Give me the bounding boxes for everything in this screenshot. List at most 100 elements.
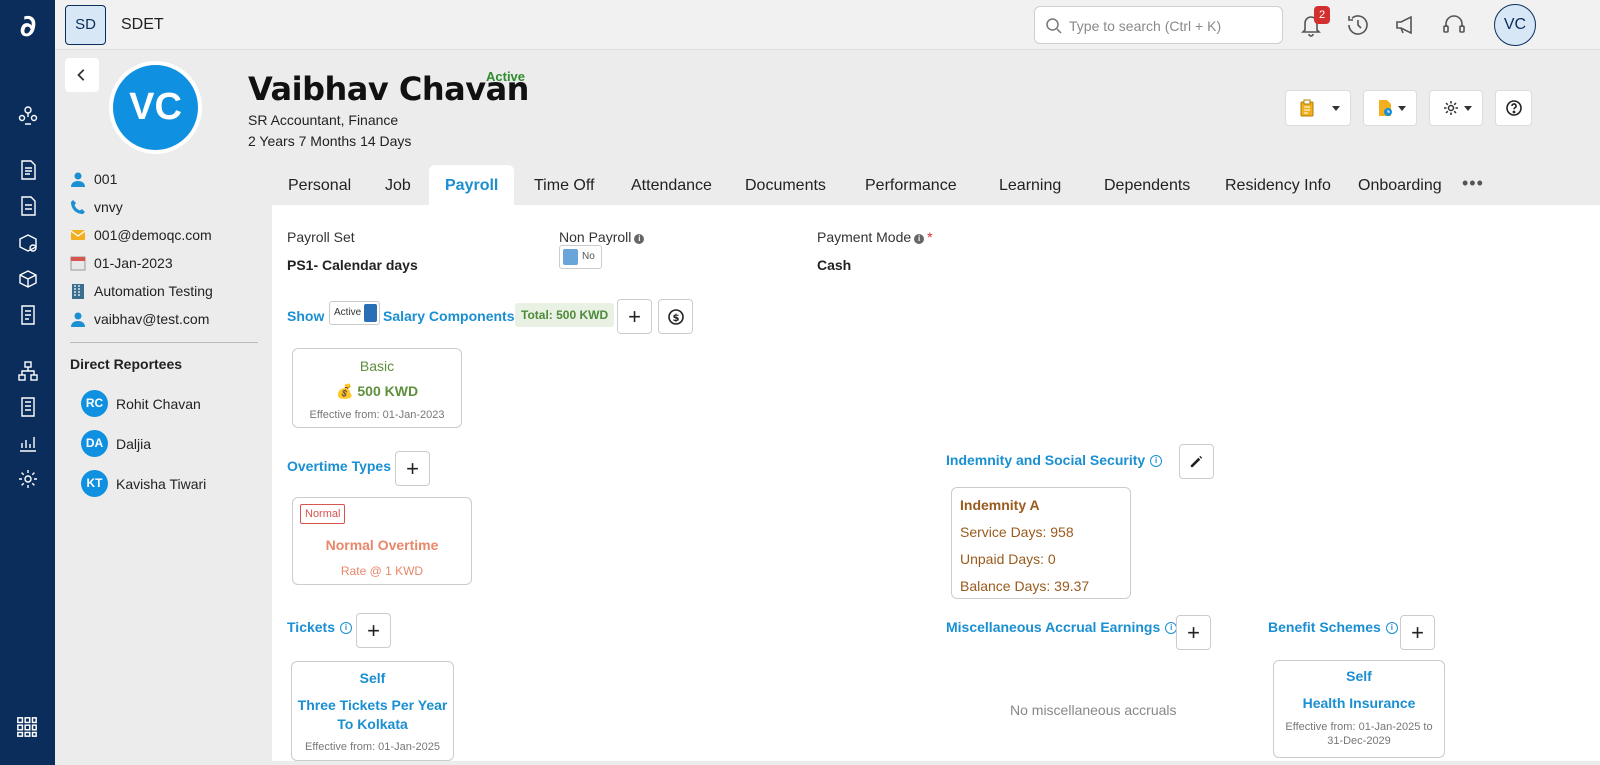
file-list-icon[interactable] [17, 304, 39, 326]
calendar-icon [70, 255, 86, 271]
info-icon[interactable]: i [634, 234, 645, 244]
add-misc-accrual-button[interactable]: + [1176, 615, 1211, 650]
analytics-icon[interactable] [17, 432, 39, 454]
tab-time-off[interactable]: Time Off [518, 165, 610, 205]
org-name[interactable]: SDET [121, 16, 164, 34]
benefit-effective-line-2: 31-Dec-2029 [1327, 735, 1391, 747]
employee-avatar: VC [109, 61, 202, 154]
building-icon [70, 283, 86, 299]
clipboard-actions-dropdown[interactable] [1285, 90, 1351, 126]
tab-documents[interactable]: Documents [729, 165, 842, 205]
employee-id: 001 [94, 171, 118, 187]
reportee-avatar: RC [81, 390, 108, 417]
salary-revision-button[interactable]: $ [658, 299, 693, 334]
tab-onboarding[interactable]: Onboarding [1342, 165, 1458, 205]
document-actions-dropdown[interactable] [1363, 90, 1417, 126]
apps-grid-icon[interactable] [16, 716, 40, 740]
tab-job[interactable]: Job [369, 165, 427, 205]
clipboard-icon [1298, 99, 1316, 117]
box-settings-icon[interactable] [17, 232, 39, 254]
app-logo[interactable]: ∂ [14, 10, 42, 44]
announcements-megaphone-icon[interactable] [1393, 12, 1419, 38]
payroll-set-label: Payroll Set [287, 229, 355, 245]
reportee-name: Rohit Chavan [116, 396, 201, 412]
back-button[interactable] [65, 58, 99, 92]
salary-total-badge: Total: 500 KWD [515, 303, 615, 327]
ticket-line-2: To Kolkata [337, 716, 408, 732]
overtime-name: Normal Overtime [325, 537, 439, 553]
toggle-knob [563, 249, 578, 265]
document-clock-icon [1376, 99, 1394, 117]
misc-accruals-title: Miscellaneous Accrual Earnings i [946, 619, 1178, 635]
people-icon[interactable] [17, 104, 39, 126]
show-label: Show [287, 308, 325, 324]
indemnity-card[interactable]: Indemnity A Service Days: 958 Unpaid Day… [951, 487, 1131, 599]
active-filter-toggle[interactable]: Active [329, 301, 380, 325]
overtime-card[interactable]: Normal Normal Overtime Rate @ 1 KWD [292, 497, 472, 585]
benefit-name: Health Insurance [1302, 695, 1416, 711]
help-button[interactable] [1495, 90, 1532, 126]
overtime-types-title: Overtime Types [287, 458, 392, 474]
info-icon[interactable]: i [1385, 622, 1398, 634]
info-icon[interactable]: i [340, 622, 352, 634]
info-icon[interactable]: i [914, 234, 925, 244]
org-badge[interactable]: SD [65, 5, 106, 45]
payslip-icon[interactable] [17, 396, 39, 418]
mail-icon [70, 227, 86, 243]
indemnity-unpaid-days: Unpaid Days: 0 [960, 551, 1056, 567]
tab-payroll[interactable]: Payroll [429, 165, 515, 205]
settings-icon[interactable] [17, 468, 39, 490]
benefit-effective-line-1: Effective from: 01-Jan-2025 to [1285, 721, 1433, 733]
salary-component-card[interactable]: Basic 💰 500 KWD Effective from: 01-Jan-20… [292, 348, 462, 428]
reportee-avatar: DA [81, 430, 108, 457]
indemnity-balance-days: Balance Days: 39.37 [960, 578, 1090, 594]
ticket-who: Self [359, 670, 386, 686]
non-payroll-label: Non Payroll i [559, 229, 645, 245]
tab-personal[interactable]: Personal [272, 165, 367, 205]
ticket-card[interactable]: Self Three Tickets Per Year To Kolkata E… [291, 661, 454, 761]
salary-components-title: Salary Components [383, 308, 515, 324]
history-icon[interactable] [1345, 12, 1371, 38]
top-bar: SD SDET Type to search (Ctrl + K) 2 [55, 0, 1600, 50]
org-chart-icon[interactable] [17, 360, 39, 382]
overtime-rate: Rate @ 1 KWD [340, 564, 424, 578]
reportee-name: Daljia [116, 436, 152, 452]
user-avatar[interactable]: VC [1494, 4, 1536, 46]
toggle-label: No [582, 251, 595, 262]
info-icon[interactable]: i [1150, 455, 1163, 467]
employee-title: SR Accountant, Finance [248, 112, 399, 128]
payment-mode-label: Payment Mode i * [817, 229, 933, 245]
edit-indemnity-button[interactable] [1179, 444, 1214, 479]
add-ticket-button[interactable]: + [356, 613, 391, 648]
box-gear-icon[interactable] [17, 268, 39, 290]
document-icon[interactable] [17, 159, 39, 181]
phone-value: vnvy [94, 199, 123, 215]
tab-learning[interactable]: Learning [983, 165, 1077, 205]
add-salary-component-button[interactable]: + [617, 299, 652, 334]
ticket-effective-date: Effective from: 01-Jan-2025 [305, 741, 440, 753]
notifications-bell-icon[interactable]: 2 [1298, 6, 1330, 38]
tab-performance[interactable]: Performance [849, 165, 973, 205]
notification-count-badge: 2 [1314, 6, 1330, 24]
gear-icon [1442, 99, 1460, 117]
search-placeholder: Type to search (Ctrl + K) [1069, 18, 1222, 34]
chevron-down-icon [1398, 106, 1406, 111]
global-search-input[interactable]: Type to search (Ctrl + K) [1034, 6, 1283, 44]
report-icon[interactable] [17, 195, 39, 217]
tab-residency-info[interactable]: Residency Info [1209, 165, 1347, 205]
more-tabs-icon[interactable]: ••• [1462, 173, 1484, 194]
non-payroll-toggle[interactable]: No [559, 245, 602, 269]
tab-dependents[interactable]: Dependents [1088, 165, 1206, 205]
add-overtime-button[interactable]: + [395, 451, 430, 486]
indemnity-service-days: Service Days: 958 [960, 524, 1074, 540]
reportee-avatar: KT [81, 470, 108, 497]
component-amount: 💰 500 KWD [335, 383, 419, 399]
support-headset-icon[interactable] [1441, 12, 1467, 38]
add-benefit-button[interactable]: + [1400, 615, 1435, 650]
profile-settings-dropdown[interactable] [1429, 90, 1483, 126]
tab-attendance[interactable]: Attendance [615, 165, 728, 205]
payroll-panel: Payroll Set PS1- Calendar days Non Payro… [272, 205, 1600, 761]
indemnity-name: Indemnity A [960, 497, 1040, 513]
benefit-card[interactable]: Self Health Insurance Effective from: 01… [1273, 660, 1445, 758]
benefit-schemes-title: Benefit Schemes i [1268, 619, 1398, 635]
